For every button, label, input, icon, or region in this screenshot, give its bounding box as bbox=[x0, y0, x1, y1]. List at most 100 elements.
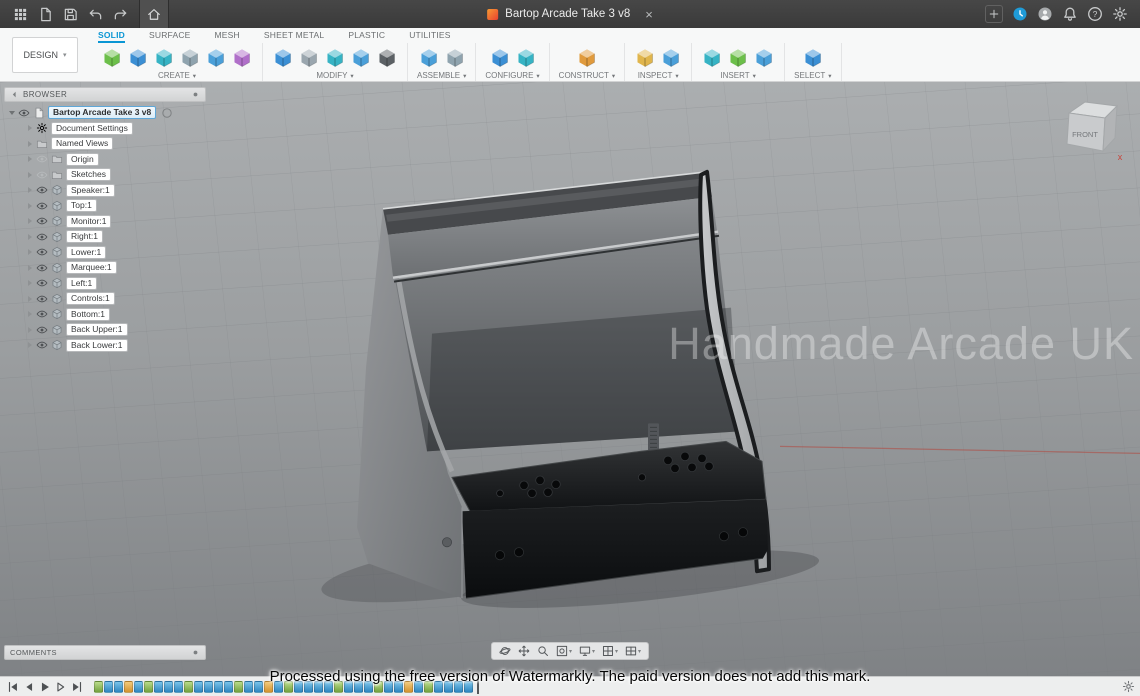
timeline-marker-sketch[interactable] bbox=[94, 681, 103, 693]
construction-plane-icon[interactable] bbox=[576, 47, 598, 69]
timeline-position-marker[interactable] bbox=[477, 679, 479, 694]
comments-bar[interactable]: COMMENTS bbox=[4, 645, 206, 660]
timeline-marker-sketch[interactable] bbox=[334, 681, 343, 693]
timeline-marker-feature[interactable] bbox=[214, 681, 223, 693]
insert-mesh-icon[interactable] bbox=[727, 47, 749, 69]
step-forward-icon[interactable] bbox=[54, 680, 68, 694]
browser-header[interactable]: BROWSER bbox=[4, 87, 206, 102]
browser-item-marquee-1[interactable]: Marquee:1 bbox=[4, 260, 206, 276]
canvas-icon[interactable] bbox=[753, 47, 775, 69]
visibility-eye-icon[interactable] bbox=[36, 277, 48, 289]
expand-arrow-icon[interactable] bbox=[28, 280, 32, 286]
browser-item-right-1[interactable]: Right:1 bbox=[4, 229, 206, 245]
box-icon[interactable] bbox=[127, 47, 149, 69]
plus-icon[interactable] bbox=[985, 5, 1003, 23]
browser-item-monitor-1[interactable]: Monitor:1 bbox=[4, 214, 206, 230]
tab-utilities[interactable]: UTILITIES bbox=[409, 29, 450, 43]
document-tab[interactable]: Bartop Arcade Take 3 v8 × bbox=[477, 0, 663, 28]
create-sketch-icon[interactable] bbox=[101, 47, 123, 69]
fillet-icon[interactable] bbox=[298, 47, 320, 69]
timeline-marker-feature[interactable] bbox=[294, 681, 303, 693]
expand-arrow-icon[interactable] bbox=[28, 187, 32, 193]
timeline-marker-construct[interactable] bbox=[264, 681, 273, 693]
timeline-marker-feature[interactable] bbox=[224, 681, 233, 693]
browser-item-back-upper-1[interactable]: Back Upper:1 bbox=[4, 322, 206, 338]
timeline-marker-sketch[interactable] bbox=[234, 681, 243, 693]
browser-item-sketches[interactable]: Sketches bbox=[4, 167, 206, 183]
tab-sheet-metal[interactable]: SHEET METAL bbox=[264, 29, 324, 43]
timeline-marker-feature[interactable] bbox=[204, 681, 213, 693]
timeline-marker-feature[interactable] bbox=[154, 681, 163, 693]
group-inspect-menu[interactable]: INSPECT▾ bbox=[638, 71, 679, 80]
close-document-icon[interactable]: × bbox=[645, 7, 653, 22]
timeline-marker-sketch[interactable] bbox=[144, 681, 153, 693]
undo-icon[interactable] bbox=[88, 7, 103, 22]
expand-arrow-icon[interactable] bbox=[28, 327, 32, 333]
timeline-settings-gear-icon[interactable] bbox=[1122, 680, 1135, 693]
expand-arrow-icon[interactable] bbox=[9, 111, 15, 115]
timeline-marker-feature[interactable] bbox=[454, 681, 463, 693]
browser-item-top-1[interactable]: Top:1 bbox=[4, 198, 206, 214]
visibility-eye-icon[interactable] bbox=[36, 231, 48, 243]
timeline-marker-sketch[interactable] bbox=[424, 681, 433, 693]
group-configure-menu[interactable]: CONFIGURE▾ bbox=[485, 71, 539, 80]
coil-icon[interactable] bbox=[205, 47, 227, 69]
group-assemble-menu[interactable]: ASSEMBLE▾ bbox=[417, 71, 466, 80]
visibility-eye-icon[interactable] bbox=[36, 246, 48, 258]
tab-mesh[interactable]: MESH bbox=[215, 29, 240, 43]
visibility-eye-icon[interactable] bbox=[36, 153, 48, 165]
timeline-marker-construct[interactable] bbox=[124, 681, 133, 693]
shell-icon[interactable] bbox=[324, 47, 346, 69]
activate-component-radio[interactable] bbox=[161, 107, 173, 119]
expand-arrow-icon[interactable] bbox=[28, 249, 32, 255]
expand-arrow-icon[interactable] bbox=[28, 311, 32, 317]
data-panel-home-tab[interactable] bbox=[139, 0, 169, 28]
timeline-marker-feature[interactable] bbox=[164, 681, 173, 693]
group-create-menu[interactable]: CREATE▾ bbox=[158, 71, 196, 80]
visibility-eye-icon[interactable] bbox=[18, 107, 30, 119]
timeline-marker-feature[interactable] bbox=[274, 681, 283, 693]
visibility-eye-icon[interactable] bbox=[36, 293, 48, 305]
cylinder-icon[interactable] bbox=[153, 47, 175, 69]
expand-arrow-icon[interactable] bbox=[28, 156, 32, 162]
expand-arrow-icon[interactable] bbox=[28, 125, 32, 131]
pan-tool[interactable] bbox=[516, 643, 532, 659]
combine-icon[interactable] bbox=[350, 47, 372, 69]
select-icon[interactable] bbox=[802, 47, 824, 69]
timeline-marker-sketch[interactable] bbox=[374, 681, 383, 693]
bell-icon[interactable] bbox=[1062, 6, 1078, 22]
timeline-marker-construct[interactable] bbox=[404, 681, 413, 693]
move-icon[interactable] bbox=[376, 47, 398, 69]
avatar-icon[interactable] bbox=[1037, 6, 1053, 22]
browser-item-named-views[interactable]: Named Views bbox=[4, 136, 206, 152]
timeline-marker-feature[interactable] bbox=[324, 681, 333, 693]
timeline-marker-feature[interactable] bbox=[464, 681, 473, 693]
play-icon[interactable] bbox=[38, 680, 52, 694]
browser-item-origin[interactable]: Origin bbox=[4, 152, 206, 168]
viewcube[interactable]: FRONT x bbox=[1054, 92, 1126, 164]
visibility-eye-icon[interactable] bbox=[36, 308, 48, 320]
timeline-marker-feature[interactable] bbox=[194, 681, 203, 693]
browser-root-item[interactable]: Bartop Arcade Take 3 v8 bbox=[4, 105, 206, 121]
timeline-marker-feature[interactable] bbox=[304, 681, 313, 693]
visibility-eye-icon[interactable] bbox=[36, 169, 48, 181]
expand-arrow-icon[interactable] bbox=[28, 203, 32, 209]
browser-item-controls-1[interactable]: Controls:1 bbox=[4, 291, 206, 307]
expand-arrow-icon[interactable] bbox=[28, 265, 32, 271]
group-modify-menu[interactable]: MODIFY▾ bbox=[316, 71, 353, 80]
skip-end-icon[interactable] bbox=[70, 680, 84, 694]
browser-item-document-settings[interactable]: Document Settings bbox=[4, 121, 206, 137]
tab-solid[interactable]: SOLID bbox=[98, 29, 125, 43]
timeline-marker-feature[interactable] bbox=[254, 681, 263, 693]
visibility-eye-icon[interactable] bbox=[36, 324, 48, 336]
gear-icon[interactable] bbox=[1112, 6, 1128, 22]
group-select-menu[interactable]: SELECT▾ bbox=[794, 71, 831, 80]
section-analysis-icon[interactable] bbox=[660, 47, 682, 69]
timeline-marker-feature[interactable] bbox=[344, 681, 353, 693]
group-insert-menu[interactable]: INSERT▾ bbox=[720, 71, 755, 80]
timeline-marker-feature[interactable] bbox=[394, 681, 403, 693]
measure-icon[interactable] bbox=[634, 47, 656, 69]
expand-arrow-icon[interactable] bbox=[28, 218, 32, 224]
sphere-icon[interactable] bbox=[179, 47, 201, 69]
visibility-eye-icon[interactable] bbox=[36, 200, 48, 212]
